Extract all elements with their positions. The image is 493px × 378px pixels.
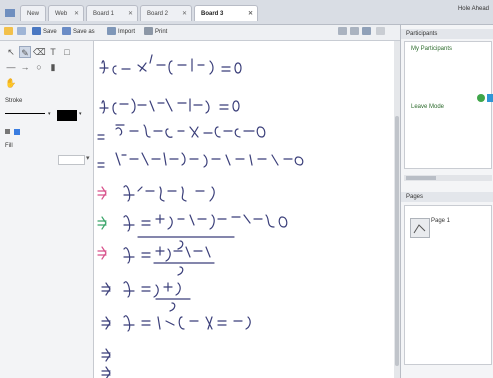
pages-box: Page 1 xyxy=(404,205,492,365)
handwritten-line-6 xyxy=(123,214,288,250)
horizontal-scrollbar[interactable] xyxy=(404,175,492,181)
circle-icon[interactable]: ○ xyxy=(33,61,45,73)
handwritten-line-4 xyxy=(97,152,304,168)
handwritten-line-8 xyxy=(101,281,191,312)
back-icon[interactable] xyxy=(4,27,15,38)
highlighter-icon[interactable]: ▮ xyxy=(47,61,59,73)
fill-label: Fill xyxy=(5,143,13,149)
main-toolbar: Save Save as Import Print xyxy=(0,25,400,41)
save-label: Save xyxy=(43,29,57,35)
tab-label: Board 1 xyxy=(93,11,115,17)
handwritten-line-7 xyxy=(123,246,215,276)
shape-icon[interactable]: □ xyxy=(61,46,73,58)
handwritten-line-2 xyxy=(99,98,240,115)
close-icon[interactable]: ✕ xyxy=(74,6,79,21)
right-panel: Participants My Participants Leave Mode … xyxy=(400,25,493,378)
tab-label: Board 3 xyxy=(201,11,224,17)
handwritten-line-10 xyxy=(101,348,111,362)
close-icon[interactable]: ✕ xyxy=(182,6,187,21)
chevron-down-icon[interactable]: ▾ xyxy=(86,154,90,162)
print-icon xyxy=(144,27,153,36)
online-status-icon xyxy=(477,94,485,102)
stroke-width-line xyxy=(5,113,45,114)
pages-header: Pages xyxy=(401,192,493,202)
handwritten-line-11 xyxy=(101,366,111,378)
tab-board-3[interactable]: Board 3 ✕ xyxy=(194,5,258,21)
handwriting-layer xyxy=(97,54,304,378)
eraser-icon[interactable]: ⌫ xyxy=(33,46,46,58)
user-name[interactable]: Hole Ahead xyxy=(458,6,489,12)
participants-box: My Participants Leave Mode xyxy=(404,41,493,169)
hand-icon[interactable]: ✋ xyxy=(5,77,17,89)
scrollbar-thumb[interactable] xyxy=(406,176,436,180)
import-button[interactable]: Import xyxy=(107,27,135,38)
tab-label: New xyxy=(27,11,40,17)
whiteboard-canvas[interactable] xyxy=(94,41,394,378)
group-label: My Participants xyxy=(411,46,453,52)
stroke-color-swatch[interactable] xyxy=(57,108,77,121)
arrow-icon[interactable]: → xyxy=(19,61,31,73)
save-as-button[interactable]: Save as xyxy=(62,27,95,38)
stroke-label: Stroke xyxy=(5,98,23,104)
size-input[interactable] xyxy=(58,155,85,165)
close-icon[interactable]: ✕ xyxy=(248,6,253,21)
tab-new[interactable]: New xyxy=(20,5,46,21)
save-as-icon xyxy=(62,27,71,36)
handwritten-line-3 xyxy=(97,124,266,140)
tab-label: Web xyxy=(55,11,68,17)
pen-icon[interactable]: ✎ xyxy=(19,46,31,58)
save-icon xyxy=(32,27,41,36)
tab-web[interactable]: Web ✕ xyxy=(48,5,84,21)
fill-color-swatch[interactable] xyxy=(14,129,20,135)
close-icon[interactable]: ✕ xyxy=(128,6,133,21)
import-icon xyxy=(107,27,116,36)
scrollbar-thumb[interactable] xyxy=(395,116,399,366)
red-arrow xyxy=(97,186,107,200)
pink-arrow xyxy=(97,246,107,260)
zoom-icon[interactable] xyxy=(338,27,349,38)
participant-group[interactable]: My Participants xyxy=(411,46,452,52)
line-icon[interactable]: — xyxy=(5,61,17,73)
tab-bar: New Web ✕ Board 1 ✕ Board 2 ✕ Board 3 ✕ Hole… xyxy=(0,0,493,25)
print-label: Print xyxy=(155,29,168,35)
tool-sidebar: ↖ ✎ ⌫ T □ — → ○ ▮ ✋ Stroke ▾ ▾ Fill ▾ xyxy=(0,41,94,378)
green-arrow xyxy=(97,216,107,230)
page-label[interactable]: Page 1 xyxy=(431,218,450,224)
forward-icon[interactable] xyxy=(17,27,28,38)
tab-label: Board 2 xyxy=(147,11,169,17)
tab-board-1[interactable]: Board 1 ✕ xyxy=(86,5,138,21)
participant-avatar xyxy=(487,94,493,102)
handwritten-line-5 xyxy=(123,185,215,202)
participants-header: Participants xyxy=(401,29,493,39)
page-thumbnail[interactable] xyxy=(410,218,430,238)
red-arrow-group xyxy=(97,186,107,260)
chevron-down-icon[interactable]: ▾ xyxy=(79,111,82,117)
pointer-icon[interactable]: ↖ xyxy=(5,46,17,58)
print-button[interactable]: Print xyxy=(144,27,167,38)
participant-label: Leave Mode xyxy=(411,104,445,110)
grid-icon[interactable] xyxy=(350,27,361,38)
import-label: Import xyxy=(118,29,136,35)
settings-icon[interactable] xyxy=(362,27,373,38)
save-as-label: Save as xyxy=(73,29,95,35)
tab-board-2[interactable]: Board 2 ✕ xyxy=(140,5,192,21)
handwritten-line-9 xyxy=(101,315,251,332)
handwritten-line-1 xyxy=(99,54,242,75)
participant-item[interactable]: Leave Mode xyxy=(411,104,444,110)
chevron-down-icon[interactable]: ▾ xyxy=(48,111,54,117)
home-icon[interactable] xyxy=(3,6,17,20)
close-icon[interactable] xyxy=(376,27,387,38)
save-button[interactable]: Save xyxy=(32,27,57,38)
opacity-icon[interactable] xyxy=(5,129,10,134)
text-icon[interactable]: T xyxy=(47,46,59,58)
